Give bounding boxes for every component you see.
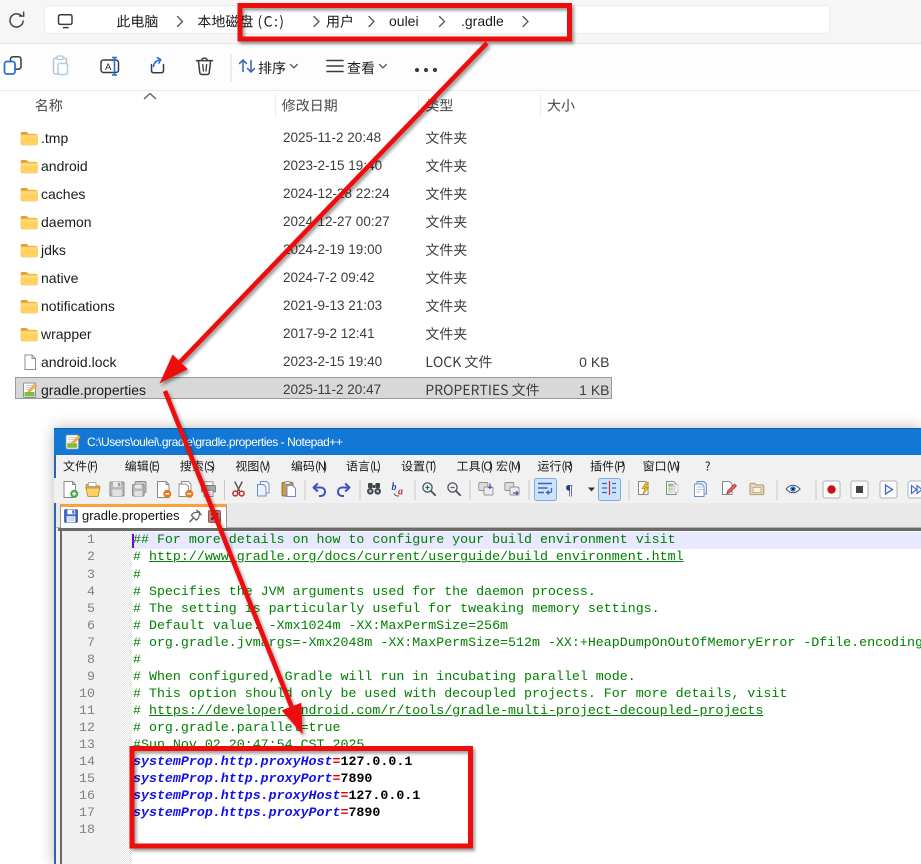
svg-text:A: A bbox=[105, 62, 112, 73]
svg-text:b: b bbox=[392, 482, 397, 493]
svg-text:¶: ¶ bbox=[566, 483, 573, 499]
